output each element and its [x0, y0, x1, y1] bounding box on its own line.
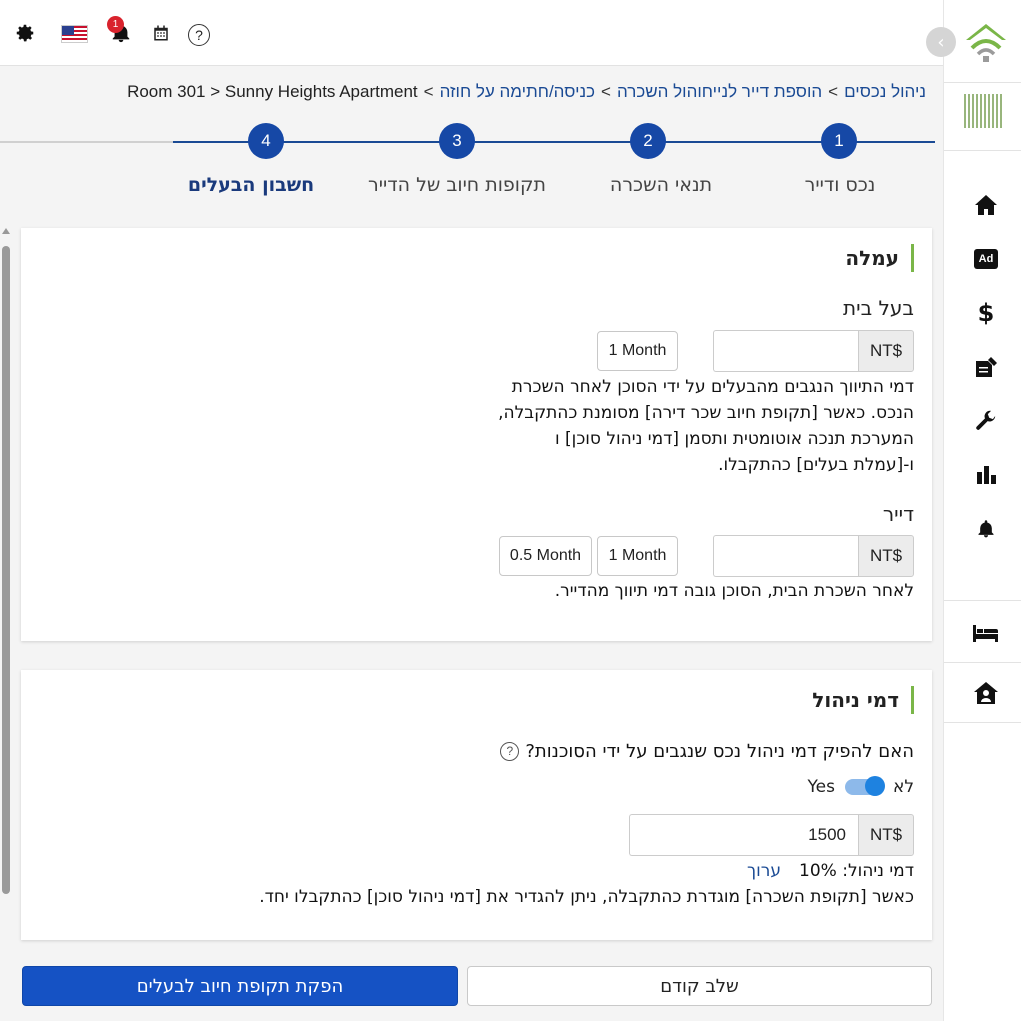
- management-amount-group: 1500 NT$: [629, 814, 914, 856]
- step-2-circle[interactable]: 2: [630, 123, 666, 159]
- management-fee-card: דמי ניהול האם להפיק דמי ניהול נכס שנגבים…: [21, 670, 932, 940]
- notification-badge: 1: [107, 16, 124, 33]
- currency-addon: NT$: [858, 535, 914, 577]
- management-toggle-row: לא Yes: [808, 774, 914, 800]
- edit-link[interactable]: ערוך: [747, 861, 781, 881]
- landlord-1-month-button[interactable]: 1 Month: [597, 331, 678, 371]
- stepper-line: [0, 141, 173, 143]
- management-amount-input[interactable]: 1500: [629, 814, 858, 856]
- toggle-yes-label: Yes: [807, 777, 835, 797]
- previous-step-button[interactable]: שלב קודם: [467, 966, 932, 1006]
- step-2-label[interactable]: תנאי השכרה: [610, 174, 712, 196]
- management-toggle[interactable]: [844, 776, 885, 796]
- breadcrumb: ניהול נכסים > הוספת דייר לנייחוהול השכרה > כ…: [127, 82, 926, 102]
- generate-owner-billing-button[interactable]: הפקת תקופת חיוב לבעלים: [22, 966, 458, 1006]
- home-user-icon[interactable]: [971, 678, 1001, 708]
- help-icon[interactable]: ?: [500, 741, 520, 761]
- sidebar-divider: [944, 722, 1021, 723]
- sidebar-divider: [944, 662, 1021, 663]
- tenant-description: לאחר השכרת הבית, הסוכן גובה דמי תיווך מה…: [554, 581, 914, 601]
- breadcrumb-link[interactable]: ניהול נכסים: [844, 82, 926, 101]
- home-icon[interactable]: [971, 190, 1001, 220]
- currency-addon: NT$: [858, 330, 914, 372]
- landlord-label: בעל בית: [843, 296, 914, 320]
- management-question: האם להפיק דמי ניהול נכס שנגבים על ידי הס…: [500, 739, 914, 765]
- help-icon[interactable]: ?: [188, 24, 210, 46]
- breadcrumb-separator: >: [828, 82, 839, 101]
- landlord-description: דמי התיווך הנגבים מהבעלים על ידי הסוכן ל…: [498, 374, 914, 478]
- tenant-amount-group: NT$: [713, 535, 914, 577]
- description-line: המערכת תנכה אוטומטית ותסמן [דמי ניהול סו…: [555, 429, 914, 449]
- landlord-amount-input[interactable]: [713, 330, 858, 372]
- calendar-icon[interactable]: [148, 20, 174, 46]
- logo-icon: [962, 18, 1010, 64]
- step-3-label[interactable]: תקופות חיוב של הדייר: [368, 174, 546, 196]
- commission-card: עמלה בעל בית NT$ 1 Month דמי התיווך הנגב…: [21, 228, 932, 641]
- sidebar-divider: [944, 82, 1021, 83]
- wrench-icon[interactable]: [971, 406, 1001, 436]
- management-note: כאשר [תקופת השכרה] מוגדרת כהתקבלה, ניתן …: [259, 887, 914, 907]
- contract-icon[interactable]: [971, 352, 1001, 382]
- ad-icon[interactable]: Ad: [971, 244, 1001, 274]
- description-line: דמי התיווך הנגבים מהבעלים על ידי הסוכן ל…: [511, 377, 914, 397]
- avatar[interactable]: [964, 94, 1004, 128]
- step-1-label[interactable]: נכס ודייר: [805, 174, 876, 196]
- management-title: דמי ניהול: [812, 686, 914, 714]
- breadcrumb-separator: >: [423, 82, 434, 101]
- breadcrumb-current: Room 301 > Sunny Heights Apartment: [127, 82, 418, 101]
- breadcrumb-link[interactable]: כניסה/חתימה על חוזה: [440, 82, 595, 101]
- sidebar-divider: [944, 600, 1021, 601]
- step-3-circle[interactable]: 3: [439, 123, 475, 159]
- description-line: הנכס. כאשר [תקופת חיוב שכר דירה] מסומנת …: [498, 403, 914, 423]
- tenant-half-month-button[interactable]: 0.5 Month: [499, 536, 592, 576]
- breadcrumb-link[interactable]: הוספת דייר לנייחוהול השכרה: [617, 82, 822, 101]
- dollar-icon[interactable]: $: [971, 298, 1001, 328]
- landlord-amount-group: NT$: [713, 330, 914, 372]
- currency-addon: NT$: [858, 814, 914, 856]
- tenant-label: דייר: [882, 502, 914, 526]
- sidebar-divider: [944, 150, 1021, 151]
- commission-title: עמלה: [845, 244, 914, 272]
- bed-icon[interactable]: [971, 618, 1001, 648]
- management-fee-rate: דמי ניהול: 10%: [799, 861, 914, 881]
- step-4-circle[interactable]: 4: [248, 123, 284, 159]
- tenant-1-month-button[interactable]: 1 Month: [597, 536, 678, 576]
- tenant-amount-input[interactable]: [713, 535, 858, 577]
- bell-icon[interactable]: [971, 514, 1001, 544]
- gear-icon[interactable]: [12, 20, 38, 46]
- scroll-up-arrow[interactable]: [2, 228, 10, 234]
- top-bar: 1 ?: [0, 0, 944, 66]
- description-line: ו-[עמלת בעלים] כהתקבלו.: [718, 455, 914, 475]
- breadcrumb-separator: >: [601, 82, 611, 101]
- chevron-left-icon[interactable]: ‹: [926, 27, 956, 57]
- right-sidebar: ‹ Ad $: [926, 0, 1021, 1021]
- management-fee-info: דמי ניהול: 10% ערוך: [747, 858, 914, 884]
- us-flag-icon[interactable]: [61, 25, 88, 43]
- scrollbar-thumb[interactable]: [2, 246, 10, 894]
- question-text: האם להפיק דמי ניהול נכס שנגבים על ידי הס…: [525, 741, 914, 762]
- toggle-no-label: לא: [892, 777, 914, 797]
- step-1-circle[interactable]: 1: [821, 123, 857, 159]
- bar-chart-icon[interactable]: [971, 460, 1001, 490]
- step-4-label[interactable]: חשבון הבעלים: [188, 174, 314, 196]
